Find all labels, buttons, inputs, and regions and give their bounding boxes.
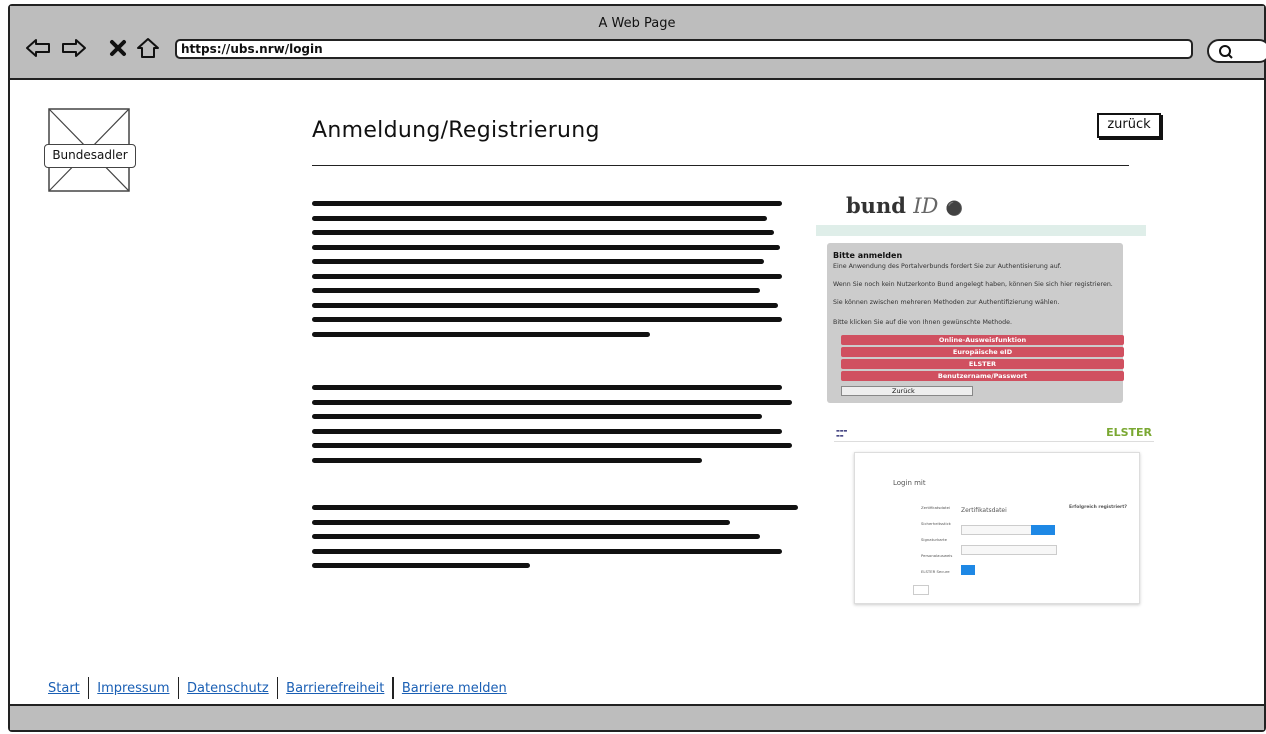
footer-link-impressum[interactable]: Impressum [97,681,169,696]
elster-header-divider [834,441,1154,442]
elster-info-title: Erfolgreich registriert? [1069,505,1128,510]
elster-tab[interactable]: Personalausweis [921,553,952,558]
elster-file-field[interactable] [961,525,1033,535]
footer-separator [87,677,90,699]
browser-titlebar: A Web Page https://ubs.nrw/login [10,6,1266,80]
elster-login-card: Login mit Zertifikatsdatei Erfolgreich r… [854,452,1140,604]
search-icon [1219,45,1233,59]
username-password-button[interactable]: Benutzername/Passwort [841,371,1124,381]
bundid-back-button[interactable]: Zurück [841,386,973,396]
search-field[interactable] [1207,39,1266,63]
back-button[interactable]: zurück [1097,113,1161,138]
bundid-text: Eine Anwendung des Portalverbunds forder… [833,263,1062,270]
elster-tab[interactable]: Zertifikatsdatei [921,505,950,510]
elster-login-title: Login mit [893,479,926,487]
bundid-logo: bund ID ⚫ [846,193,964,218]
placeholder-paragraph [312,505,798,578]
elster-login-screenshot: ▬▬▬ ▬▬ ELSTER Login mit Zertifikatsdatei … [834,424,1154,606]
european-eid-button[interactable]: Europäische eID [841,347,1124,357]
elster-tab[interactable]: ELSTER Secure [921,569,950,574]
footer-link-datenschutz[interactable]: Datenschutz [187,681,269,696]
footer-separator [177,677,180,699]
footer-nav: Start Impressum Datenschutz Barrierefrei… [48,677,507,699]
elster-button[interactable]: ELSTER [841,359,1124,369]
placeholder-paragraph [312,201,792,346]
bundid-heading: Bitte anmelden [833,251,903,260]
elster-header-links: ▬▬▬ ▬▬ [836,428,848,438]
footer-separator [276,677,279,699]
bundid-text: Wenn Sie noch kein Nutzerkonto Bund ange… [833,281,1113,288]
eid-button[interactable]: Online-Ausweisfunktion [841,335,1124,345]
address-bar[interactable]: https://ubs.nrw/login [175,39,1193,59]
footer-separator [392,677,394,699]
bundid-text: Bitte klicken Sie auf die von Ihnen gewü… [833,319,1012,326]
elster-back-button[interactable] [913,585,929,595]
status-bar [10,704,1264,730]
bundid-text: Sie können zwischen mehreren Methoden zu… [833,299,1060,306]
window-title: A Web Page [598,16,676,31]
home-icon[interactable] [134,34,162,62]
bundid-login-card: Bitte anmelden Eine Anwendung des Portal… [827,243,1124,403]
page-title: Anmeldung/Registrierung [312,118,600,143]
footer-link-barrierefreiheit[interactable]: Barrierefreiheit [286,681,384,696]
elster-cert-title: Zertifikatsdatei [961,507,1007,514]
elster-tab[interactable]: Signaturkarte [921,537,947,542]
logo-label: Bundesadler [44,144,136,168]
footer-link-barriere-melden[interactable]: Barriere melden [402,681,507,696]
elster-tab[interactable]: Sicherheitsstick [921,521,951,526]
bundid-login-screenshot: bund ID ⚫ Bitte anmelden Eine Anwendung … [816,185,1146,405]
forward-arrow-icon[interactable] [60,34,88,62]
title-divider [312,165,1129,166]
elster-logo: ELSTER [1106,426,1152,439]
placeholder-paragraph [312,385,792,472]
close-icon[interactable] [104,34,132,62]
footer-link-start[interactable]: Start [48,681,80,696]
elster-browse-button[interactable] [1031,525,1055,535]
bundid-stripe [816,225,1146,236]
elster-password-field[interactable] [961,545,1057,555]
elster-login-button[interactable] [961,565,975,575]
back-arrow-icon[interactable] [24,34,52,62]
